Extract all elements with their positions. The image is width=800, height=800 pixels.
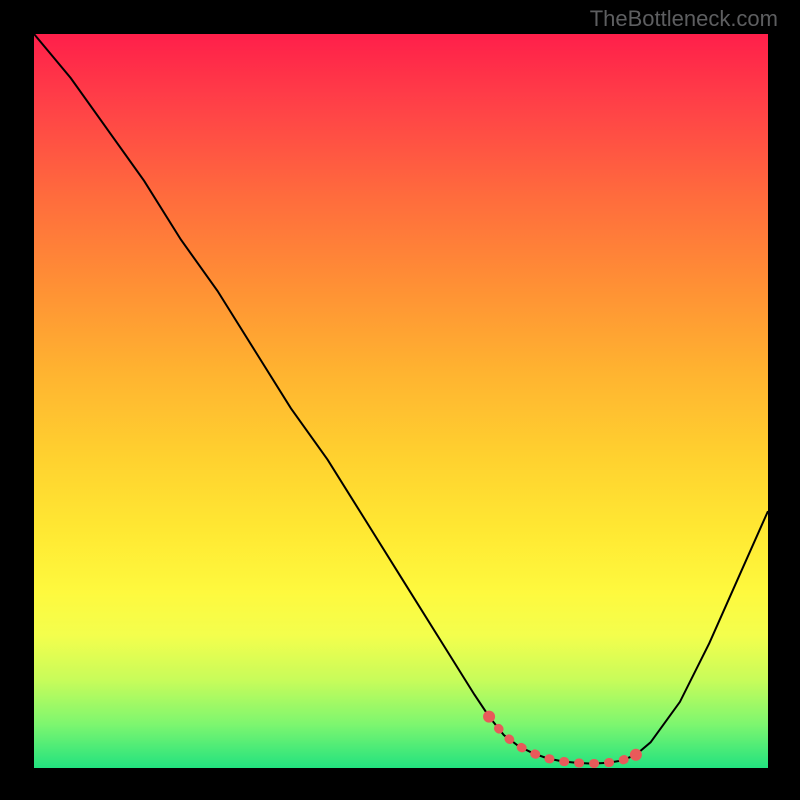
main-curve-path [34, 34, 768, 764]
highlight-curve-path [489, 717, 636, 764]
chart-plot-area [34, 34, 768, 768]
watermark-text: TheBottleneck.com [590, 6, 778, 32]
highlight-end-dot [630, 749, 642, 761]
chart-svg [34, 34, 768, 768]
highlight-start-dot [483, 711, 495, 723]
